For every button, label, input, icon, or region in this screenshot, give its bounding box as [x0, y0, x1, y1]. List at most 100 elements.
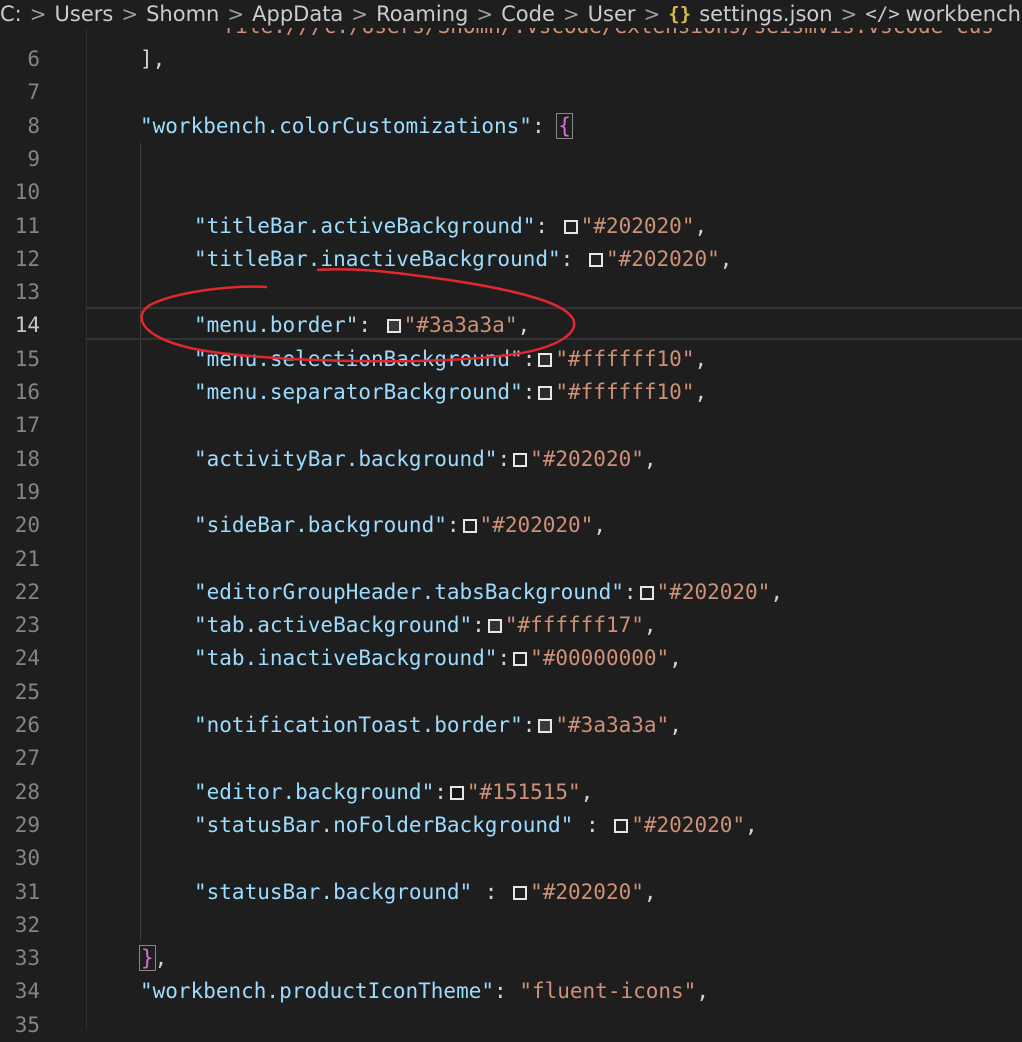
close-brace: }, — [139, 945, 168, 972]
breadcrumb-item-shomn[interactable]: Shomn — [146, 2, 219, 26]
line-content: "workbench.colorCustomizations": { — [140, 110, 573, 143]
json-value: "#ffffff17" — [504, 613, 644, 638]
json-comma: , — [770, 579, 783, 604]
code-line[interactable]: 14 "menu.border": "#3a3a3a", — [0, 309, 1022, 342]
json-comma: , — [669, 646, 682, 671]
code-line[interactable]: 24 "tab.inactiveBackground": "#00000000", — [0, 642, 1022, 675]
color-swatch[interactable] — [538, 719, 553, 733]
line-number: 21 — [14, 546, 40, 571]
json-comma: , — [745, 812, 758, 837]
line-content: "menu.border": "#3a3a3a", — [194, 309, 530, 342]
line-number: 18 — [14, 446, 40, 471]
line-content: "notificationToast.border": "#3a3a3a", — [194, 709, 682, 742]
breadcrumb-item-users[interactable]: Users — [55, 2, 114, 26]
json-colon: : — [472, 879, 511, 904]
color-swatch[interactable] — [513, 452, 528, 467]
code-line[interactable]: 35 — [0, 1009, 1022, 1042]
line-number: 27 — [14, 746, 40, 771]
code-line[interactable]: 30 — [0, 842, 1022, 875]
code-line[interactable]: 21 — [0, 543, 1022, 576]
code-line[interactable]: 26 "notificationToast.border": "#3a3a3a", — [0, 709, 1022, 742]
json-key: "tab.activeBackground" — [194, 613, 473, 638]
json-key: "titleBar.inactiveBackground" — [194, 246, 561, 271]
line-content: "activityBar.background": "#202020", — [194, 443, 657, 476]
json-key: "menu.selectionBackground" — [194, 346, 523, 371]
code-line[interactable]: 23 "tab.activeBackground": "#ffffff17", — [0, 609, 1022, 642]
json-colon: : — [573, 812, 612, 837]
code-line[interactable]: 10 — [0, 176, 1022, 209]
json-value: "#3a3a3a" — [555, 713, 670, 737]
code-line[interactable]: 8 "workbench.colorCustomizations": { — [0, 110, 1022, 143]
breadcrumb-label: Code — [501, 2, 555, 26]
json-value: "#202020" — [530, 446, 644, 471]
close-bracket: ], — [140, 47, 166, 71]
line-number: 15 — [14, 346, 40, 371]
line-content: "titleBar.inactiveBackground": "#202020"… — [194, 243, 732, 276]
color-swatch[interactable] — [538, 352, 553, 367]
breadcrumb-item-user[interactable]: User — [588, 2, 636, 26]
code-line[interactable]: 27 — [0, 742, 1022, 775]
code-line[interactable]: 32 — [0, 909, 1022, 942]
line-number: 26 — [14, 713, 40, 737]
json-key: "sideBar.background" — [194, 513, 447, 538]
chevron-right-icon: > — [121, 2, 139, 26]
code-line[interactable]: 29 "statusBar.noFolderBackground" : "#202… — [0, 809, 1022, 842]
color-swatch[interactable] — [513, 885, 528, 900]
line-content: "statusBar.background" : "#202020", — [194, 876, 657, 909]
breadcrumb-item-roaming[interactable]: Roaming — [376, 2, 468, 26]
code-line[interactable]: 28 "editor.background": "#151515", — [0, 776, 1022, 809]
color-swatch[interactable] — [538, 386, 553, 400]
color-swatch[interactable] — [487, 619, 502, 634]
line-number: 11 — [14, 213, 40, 238]
color-swatch[interactable] — [563, 219, 578, 234]
color-swatch[interactable] — [462, 519, 477, 534]
json-key: "workbench.colorCustomizations" — [140, 113, 532, 138]
breadcrumb-item-settings-json[interactable]: {} settings.json — [668, 2, 832, 26]
json-key: "editor.background" — [194, 779, 435, 804]
line-content: "menu.selectionBackground": "#ffffff10", — [194, 343, 707, 376]
chevron-right-icon: > — [643, 2, 661, 26]
json-colon: : — [434, 779, 447, 804]
code-line[interactable]: 15 "menu.selectionBackground": "#ffffff10"… — [0, 343, 1022, 376]
code-line[interactable]: 13 — [0, 276, 1022, 309]
code-line[interactable]: 9 — [0, 143, 1022, 176]
breadcrumb-item-code[interactable]: Code — [501, 2, 555, 26]
code-line[interactable]: 22 "editorGroupHeader.tabsBackground": "#2… — [0, 576, 1022, 609]
color-swatch[interactable] — [614, 818, 629, 833]
code-line[interactable]: 19 — [0, 476, 1022, 509]
json-value: "#202020" — [656, 579, 771, 604]
json-colon: : — [522, 713, 536, 737]
json-open-brace: : { — [531, 112, 573, 139]
color-swatch[interactable] — [449, 785, 464, 800]
code-line[interactable]: 34 "workbench.productIconTheme": "fluent-… — [0, 975, 1022, 1008]
code-line[interactable]: 18 "activityBar.background": "#202020", — [0, 443, 1022, 476]
breadcrumb-item-appdata[interactable]: AppData — [252, 2, 343, 26]
color-swatch[interactable] — [588, 252, 603, 267]
code-line[interactable]: 20 "sideBar.background": "#202020", — [0, 509, 1022, 542]
code-line[interactable]: 11 "titleBar.activeBackground": "#202020"… — [0, 210, 1022, 243]
json-key: "statusBar.background" — [194, 879, 473, 904]
json-comma: , — [643, 446, 657, 471]
code-line[interactable]: 7 — [0, 76, 1022, 109]
color-swatch[interactable] — [639, 585, 654, 600]
line-content: "editorGroupHeader.tabsBackground": "#202… — [194, 576, 783, 609]
breadcrumb-item-symbol[interactable]: </> workbench.colorCu — [865, 2, 1022, 26]
code-line[interactable]: 16 "menu.separatorBackground": "#ffffff10"… — [0, 376, 1022, 409]
line-number: 16 — [14, 380, 40, 404]
json-key: "menu.border" — [194, 313, 359, 338]
code-line[interactable]: 31 "statusBar.background" : "#202020", — [0, 876, 1022, 909]
code-line[interactable]: 33}, — [0, 942, 1022, 975]
code-line[interactable]: 6], — [0, 43, 1022, 76]
json-value: "#3a3a3a" — [403, 313, 518, 338]
json-value: "#202020" — [479, 513, 594, 538]
code-line[interactable]: 17 — [0, 409, 1022, 442]
json-comma: , — [643, 879, 657, 904]
code-line[interactable]: 25 — [0, 676, 1022, 709]
color-swatch[interactable] — [386, 319, 401, 334]
breadcrumb-item-drive[interactable]: C: — [0, 2, 22, 26]
code-editor[interactable]: "file:///c:/Users/Shomn/.vscode/extensio… — [0, 0, 1022, 1037]
breadcrumb-label: settings.json — [699, 2, 833, 26]
code-line[interactable]: 12 "titleBar.inactiveBackground": "#20202… — [0, 243, 1022, 276]
color-swatch[interactable] — [513, 652, 528, 667]
json-comma: , — [694, 213, 708, 238]
